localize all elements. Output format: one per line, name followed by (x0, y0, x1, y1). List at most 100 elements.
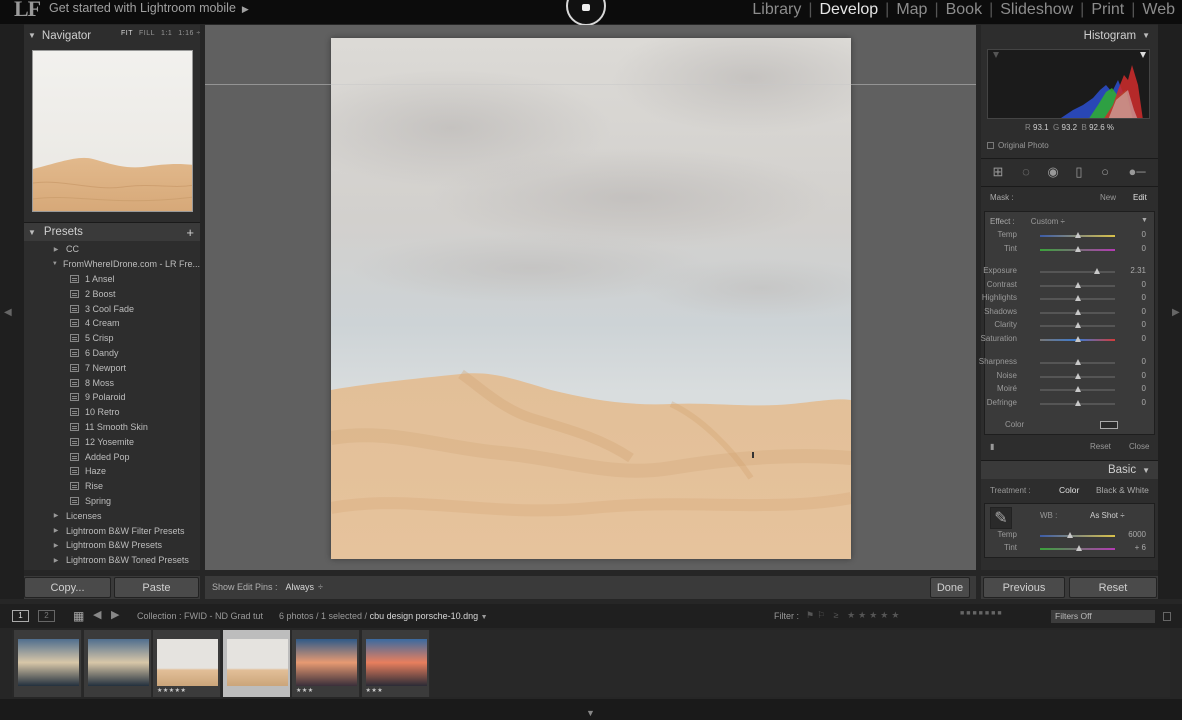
slider-value[interactable]: 0 (1142, 293, 1146, 302)
slider-track[interactable] (1040, 268, 1115, 274)
slider-value[interactable]: 0 (1142, 384, 1146, 393)
preset-folder[interactable]: ▶ Licenses (24, 508, 200, 523)
left-panel-toggle-icon[interactable]: ◀ (4, 307, 12, 318)
module-map[interactable]: Map (889, 1, 934, 19)
basic-header[interactable]: Basic ▼ (981, 460, 1158, 479)
disclosure-closed-icon[interactable]: ▶ (50, 557, 62, 564)
mask-reset-button[interactable]: Reset (1090, 442, 1111, 451)
slider-track[interactable] (1040, 359, 1115, 365)
slider-thumb[interactable] (1074, 295, 1081, 302)
histogram-graph[interactable] (987, 49, 1150, 119)
mask-switch-icon[interactable]: ▮ (990, 442, 994, 451)
show-edit-pins[interactable]: Show Edit Pins : Always ÷ (212, 582, 323, 592)
module-book[interactable]: Book (939, 1, 989, 19)
slider-value[interactable]: 0 (1142, 307, 1146, 316)
slider-temp[interactable]: Temp 6000 (985, 530, 1150, 542)
wb-select[interactable]: As Shot ÷ (1090, 511, 1125, 520)
zoom-1-16[interactable]: 1:16 (178, 30, 194, 37)
slider-track[interactable] (1040, 281, 1115, 288)
slider-temp[interactable]: Temp 0 (985, 230, 1150, 242)
mask-edit-button[interactable]: Edit (1133, 193, 1147, 202)
slider-value[interactable]: 2.31 (1130, 266, 1146, 275)
zoom-fit[interactable]: FIT (121, 30, 133, 37)
slider-thumb[interactable] (1067, 532, 1073, 538)
red-eye-icon[interactable]: ◉ (1046, 165, 1060, 179)
main-photo[interactable] (331, 38, 851, 559)
filmstrip-thumbnail[interactable] (14, 630, 82, 697)
preset-item[interactable]: 4 Cream (24, 316, 200, 331)
slider-highlights[interactable]: Highlights 0 (982, 293, 1150, 305)
previous-button[interactable]: Previous (983, 577, 1065, 598)
disclosure-closed-icon[interactable]: ▶ (50, 246, 62, 253)
slider-thumb[interactable] (1074, 372, 1081, 379)
filmstrip-thumbnail[interactable]: ★★★★★ (153, 630, 221, 697)
copy-settings-button[interactable]: Copy... (24, 577, 111, 598)
filmstrip-thumbnail[interactable]: ★★★ (292, 630, 360, 697)
slider-track[interactable] (1040, 386, 1115, 393)
slider-thumb[interactable] (1074, 399, 1081, 406)
slider-track[interactable] (1040, 545, 1115, 551)
slider-thumb[interactable] (1074, 281, 1081, 288)
slider-thumb[interactable] (1074, 232, 1081, 238)
disclosure-open-icon[interactable]: ▼ (50, 261, 60, 267)
slider-value[interactable]: 0 (1142, 320, 1146, 329)
slider-value[interactable]: 0 (1142, 280, 1146, 289)
grid-view-icon[interactable]: ▦ (73, 609, 84, 623)
treatment-color-option[interactable]: Color (1059, 485, 1079, 495)
slider-value[interactable]: 0 (1142, 244, 1146, 253)
filter-lock-icon[interactable] (1163, 612, 1171, 621)
slider-track[interactable] (1040, 372, 1115, 379)
slider-clarity[interactable]: Clarity 0 (985, 320, 1150, 332)
radial-filter-icon[interactable]: ○ (1098, 165, 1112, 179)
preset-item[interactable]: Added Pop (24, 449, 200, 464)
slider-value[interactable]: 0 (1142, 357, 1146, 366)
preset-item[interactable]: 2 Boost (24, 286, 200, 301)
slider-sharpness[interactable]: Sharpness 0 (979, 357, 1150, 369)
preset-item[interactable]: Spring (24, 494, 200, 509)
preset-folder[interactable]: ▶ CC (24, 242, 200, 257)
disclosure-closed-icon[interactable]: ▶ (50, 542, 62, 549)
mask-close-button[interactable]: Close (1129, 442, 1149, 451)
module-library[interactable]: Library (745, 1, 808, 19)
preset-item[interactable]: 10 Retro (24, 405, 200, 420)
slider-track[interactable] (1040, 399, 1115, 406)
slider-track[interactable] (1040, 295, 1115, 302)
slider-value[interactable]: 0 (1142, 230, 1146, 239)
preset-item[interactable]: 11 Smooth Skin (24, 420, 200, 435)
color-swatch[interactable] (1100, 421, 1118, 429)
slider-value[interactable]: 0 (1142, 334, 1146, 343)
forward-arrow-icon[interactable]: ▶ (111, 608, 119, 621)
graduated-filter-icon[interactable]: ▯ (1072, 165, 1086, 179)
filmstrip-thumbnail[interactable] (222, 630, 291, 697)
paste-settings-button[interactable]: Paste (114, 577, 199, 598)
slider-tint[interactable]: Tint 0 (985, 244, 1150, 256)
secondary-window-button[interactable]: 2 (38, 610, 55, 622)
slider-track[interactable] (1040, 308, 1115, 315)
photo-count[interactable]: 6 photos / 1 selected / cbu design porsc… (279, 611, 488, 621)
slider-thumb[interactable] (1074, 322, 1081, 329)
done-button[interactable]: Done (930, 577, 970, 598)
mobile-promo-link[interactable]: Get started with Lightroom mobile ▶ (49, 1, 249, 15)
preset-folder[interactable]: ▶ Lightroom B&W Filter Presets (24, 523, 200, 538)
slider-thumb[interactable] (1076, 545, 1082, 551)
slider-track[interactable] (1040, 532, 1115, 538)
slider-track[interactable] (1040, 232, 1115, 238)
crop-overlay-icon[interactable]: ⊞ (991, 165, 1005, 179)
effect-preset-select[interactable]: Effect : Custom ÷ (990, 217, 1065, 226)
disclosure-closed-icon[interactable]: ▶ (50, 527, 62, 534)
treatment-bw-option[interactable]: Black & White (1096, 485, 1149, 495)
slider-track[interactable] (1040, 322, 1115, 329)
module-print[interactable]: Print (1084, 1, 1131, 19)
slider-track[interactable] (1040, 245, 1115, 252)
slider-moiré[interactable]: Moiré 0 (985, 384, 1150, 396)
preset-item[interactable]: 9 Polaroid (24, 390, 200, 405)
original-photo-toggle[interactable]: Original Photo (987, 141, 1049, 150)
filters-preset-select[interactable]: Filters Off (1051, 610, 1155, 623)
reset-button[interactable]: Reset (1069, 577, 1157, 598)
slider-tint[interactable]: Tint + 6 (985, 543, 1150, 555)
module-web[interactable]: Web (1135, 1, 1182, 19)
filmstrip-toggle-icon[interactable]: ▼ (586, 708, 595, 718)
preset-folder[interactable]: ▶ Lightroom B&W Presets (24, 538, 200, 553)
navigator-zoom-options[interactable]: FIT FILL 1:1 1:16 ÷ (121, 30, 201, 37)
zoom-fill[interactable]: FILL (139, 30, 155, 37)
